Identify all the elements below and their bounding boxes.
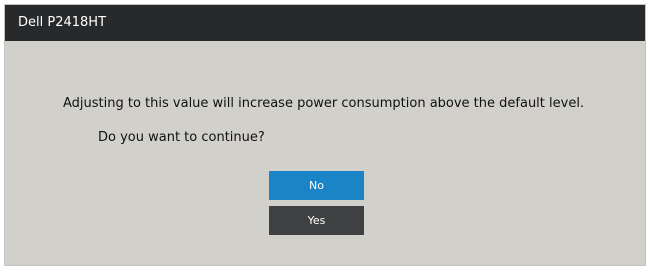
no-button-label: No: [309, 179, 324, 192]
continue-question: Do you want to continue?: [98, 130, 265, 145]
yes-button-label: Yes: [307, 214, 326, 227]
monitor-model-title: Dell P2418HT: [18, 15, 107, 30]
title-bar: Dell P2418HT: [5, 5, 645, 41]
osd-dialog-window: Dell P2418HT Adjusting to this value wil…: [4, 4, 646, 266]
yes-button[interactable]: Yes: [269, 206, 364, 235]
power-warning-message: Adjusting to this value will increase po…: [63, 96, 585, 111]
no-button[interactable]: No: [269, 171, 364, 200]
